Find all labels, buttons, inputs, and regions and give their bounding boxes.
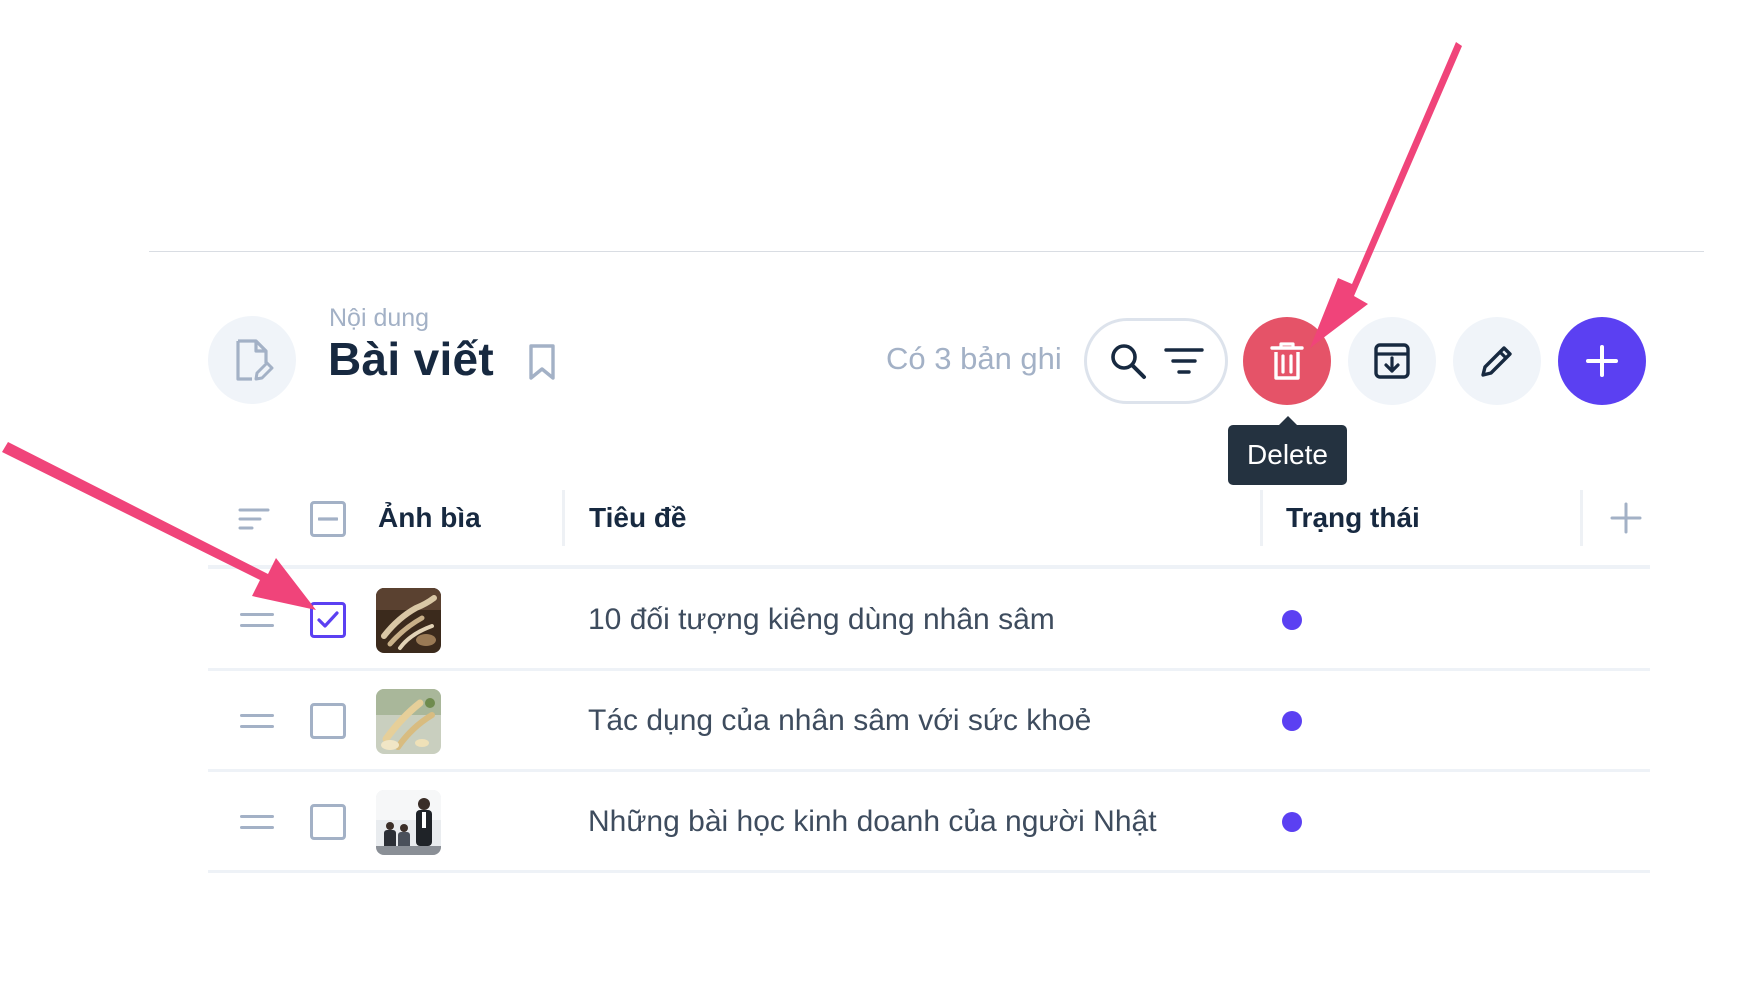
edit-button[interactable] xyxy=(1453,317,1541,405)
add-record-button[interactable] xyxy=(1558,317,1646,405)
plus-icon xyxy=(1610,502,1642,534)
business-people-image xyxy=(376,790,441,855)
annotation-arrow-to-delete xyxy=(1310,42,1462,348)
status-indicator xyxy=(1282,610,1302,630)
page-title: Bài viết xyxy=(328,333,495,385)
cover-image-thumbnail[interactable] xyxy=(376,689,441,754)
status-indicator xyxy=(1282,711,1302,731)
column-separator[interactable] xyxy=(562,490,565,546)
document-edit-icon xyxy=(236,339,274,381)
check-icon xyxy=(317,611,339,628)
ginseng-slices-image xyxy=(376,689,441,754)
column-header-status[interactable]: Trạng thái xyxy=(1286,502,1420,534)
breadcrumb[interactable]: Nội dung xyxy=(329,304,429,333)
filter-button[interactable] xyxy=(1159,336,1209,386)
archive-download-icon xyxy=(1374,343,1410,379)
add-column-button[interactable] xyxy=(1608,500,1644,536)
row-checkbox[interactable] xyxy=(310,703,346,739)
cover-image-thumbnail[interactable] xyxy=(376,790,441,855)
row-divider xyxy=(208,870,1650,873)
archive-button[interactable] xyxy=(1348,317,1436,405)
cover-image-thumbnail[interactable] xyxy=(376,588,441,653)
trash-icon xyxy=(1270,342,1304,380)
drag-handle-icon[interactable] xyxy=(240,714,274,728)
column-header-cover[interactable]: Ảnh bìa xyxy=(378,502,481,534)
plus-icon xyxy=(1586,345,1618,377)
delete-tooltip: Delete xyxy=(1228,416,1347,485)
search-icon xyxy=(1111,344,1146,379)
page-icon xyxy=(208,316,296,404)
search-button[interactable] xyxy=(1103,336,1153,386)
top-divider xyxy=(149,251,1704,252)
bookmark-button[interactable] xyxy=(524,342,560,382)
status-indicator xyxy=(1282,812,1302,832)
row-checkbox[interactable] xyxy=(310,602,346,638)
row-divider xyxy=(208,769,1650,772)
column-header-title[interactable]: Tiêu đề xyxy=(589,502,687,534)
row-title[interactable]: Tác dụng của nhân sâm với sức khoẻ xyxy=(588,704,1091,738)
record-count: Có 3 bản ghi xyxy=(886,341,1062,376)
row-divider xyxy=(208,668,1650,671)
sort-icon[interactable] xyxy=(238,507,270,531)
search-filter-group xyxy=(1084,318,1228,404)
filter-icon xyxy=(1164,348,1204,374)
ginseng-roots-image xyxy=(376,588,441,653)
annotation-arrows xyxy=(2,42,1462,610)
row-title[interactable]: Những bài học kinh doanh của người Nhật xyxy=(588,805,1157,839)
minus-icon xyxy=(318,517,338,521)
select-all-checkbox[interactable] xyxy=(310,501,346,537)
bookmark-icon xyxy=(529,344,555,380)
column-separator[interactable] xyxy=(1260,490,1263,546)
delete-button[interactable] xyxy=(1243,317,1331,405)
drag-handle-icon[interactable] xyxy=(240,613,274,627)
row-checkbox[interactable] xyxy=(310,804,346,840)
table-header-divider xyxy=(208,565,1650,569)
pencil-icon xyxy=(1481,346,1512,377)
drag-handle-icon[interactable] xyxy=(240,815,274,829)
column-separator[interactable] xyxy=(1580,490,1583,546)
row-title[interactable]: 10 đối tượng kiêng dùng nhân sâm xyxy=(588,603,1055,637)
